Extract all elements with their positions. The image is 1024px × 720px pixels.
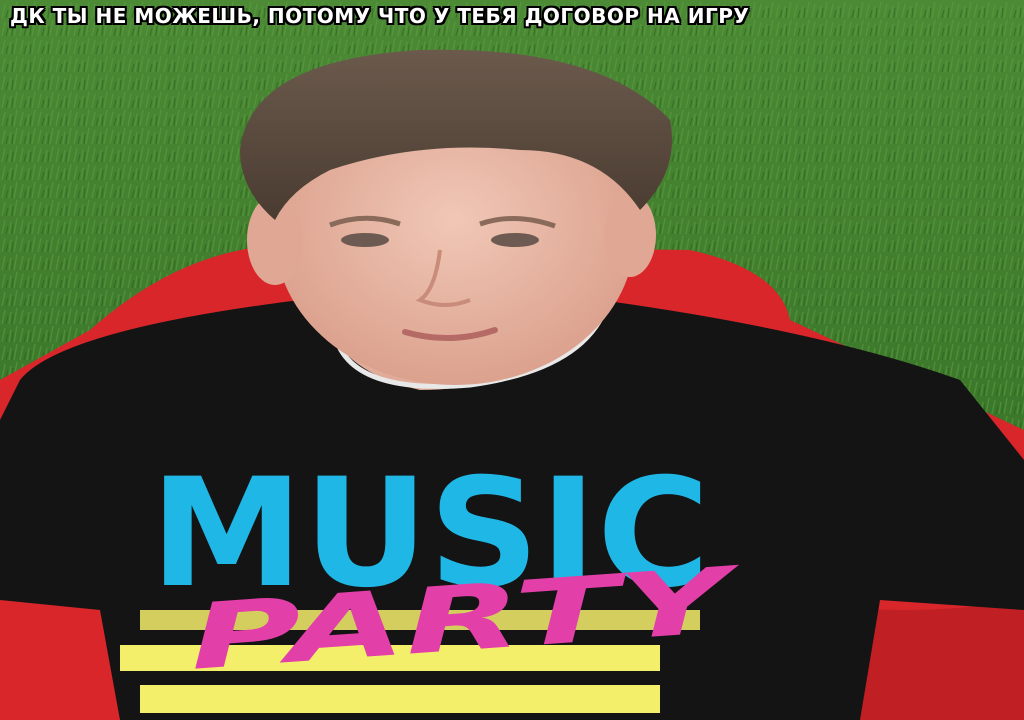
shirt-print: MUSIC PARTY [150,447,745,691]
meme-image: MUSIC PARTY ДК ТЫ НЕ МОЖЕШЬ, ПОТОМУ ЧТО … [0,0,1024,720]
meme-caption: ДК ТЫ НЕ МОЖЕШЬ, ПОТОМУ ЧТО У ТЕБЯ ДОГОВ… [10,4,750,28]
